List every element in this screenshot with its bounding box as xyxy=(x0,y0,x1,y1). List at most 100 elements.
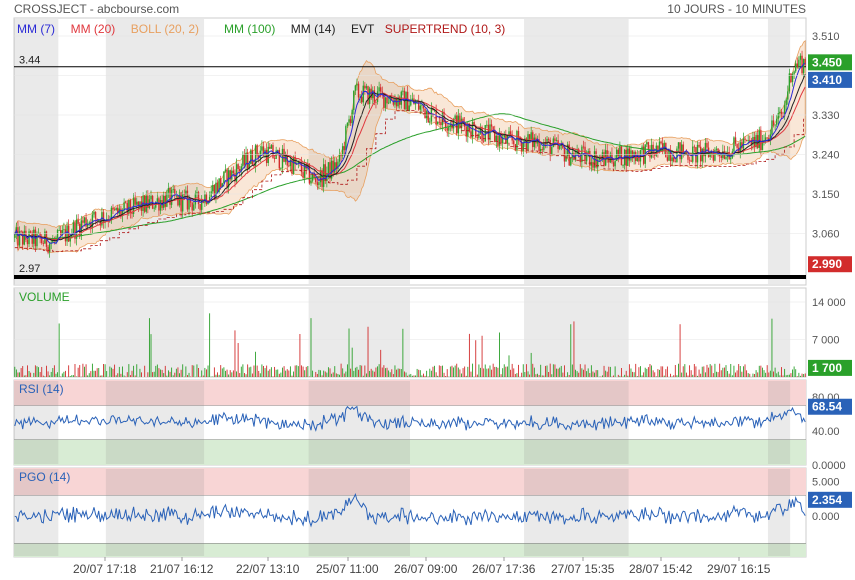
candle-body xyxy=(801,55,803,74)
candle-body xyxy=(164,195,166,207)
candle-body xyxy=(261,146,263,151)
candle-body xyxy=(749,140,751,141)
candle-body xyxy=(256,145,258,156)
candle-body xyxy=(486,124,488,126)
candle-body xyxy=(785,99,787,106)
candle-body xyxy=(590,162,593,166)
candle-body xyxy=(20,231,22,233)
candle-body xyxy=(124,202,127,204)
legend-entry: MM (100) xyxy=(224,22,275,36)
candle-body xyxy=(386,97,388,104)
candle-body xyxy=(113,209,116,211)
candle-body xyxy=(239,169,241,172)
candle-body xyxy=(666,157,669,161)
candle-body xyxy=(554,138,556,141)
candle-body xyxy=(787,91,789,100)
last-price-badge: 3.450 xyxy=(812,55,842,69)
candle-body xyxy=(745,139,748,141)
candle-body xyxy=(381,91,383,93)
candle-body xyxy=(411,98,414,100)
price-tick-label: 3.510 xyxy=(812,31,840,43)
price-tick-label: 3.330 xyxy=(812,110,840,122)
candle-body xyxy=(83,217,86,223)
candle-body xyxy=(772,120,775,126)
candle-body xyxy=(357,83,360,98)
candle-body xyxy=(513,140,515,145)
candle-body xyxy=(620,146,623,166)
candle-body xyxy=(42,243,45,244)
candle-body xyxy=(340,154,342,156)
candle-body xyxy=(650,144,653,158)
candle-body xyxy=(438,121,441,123)
price-tick-label: 3.240 xyxy=(812,150,840,162)
candle-body xyxy=(715,148,718,150)
candle-body xyxy=(365,86,368,89)
candle-body xyxy=(85,217,87,227)
candle-body xyxy=(156,198,159,202)
legend-entry: SUPERTREND (10, 3) xyxy=(385,22,505,36)
candle-body xyxy=(77,219,79,224)
session-band xyxy=(308,381,410,464)
candle-body xyxy=(94,211,97,219)
candle-body xyxy=(213,185,216,199)
candle-body xyxy=(558,146,561,149)
candle-body xyxy=(546,138,548,145)
candle-body xyxy=(318,182,320,185)
candle-body xyxy=(549,139,551,156)
candle-body xyxy=(446,128,448,131)
pgo-tick-label: 5.000 xyxy=(812,477,840,489)
candle-body xyxy=(337,161,339,170)
x-axis-label: 26/07 17:36 xyxy=(472,562,536,576)
candle-body xyxy=(223,171,225,184)
candle-body xyxy=(226,169,228,188)
candle-body xyxy=(167,188,170,193)
candle-body xyxy=(395,98,398,107)
candle-body xyxy=(237,164,239,170)
candle-body xyxy=(334,162,336,173)
candle-body xyxy=(424,108,426,119)
candle-body xyxy=(58,230,60,231)
candle-body xyxy=(514,144,517,150)
high-level-label: 3.44 xyxy=(19,55,40,67)
candle-body xyxy=(780,111,783,116)
candle-body xyxy=(425,111,428,119)
candle-body xyxy=(232,170,235,174)
low-level-label: 2.97 xyxy=(19,263,40,275)
pgo-tick-label: 0.000 xyxy=(812,511,840,523)
x-axis-label: 20/07 17:18 xyxy=(73,562,137,576)
candle-body xyxy=(269,146,271,149)
candle-body xyxy=(41,238,43,244)
candle-body xyxy=(495,135,498,142)
candle-body xyxy=(788,73,791,92)
candle-body xyxy=(647,142,650,150)
candle-body xyxy=(251,150,254,165)
candle-body xyxy=(406,91,409,111)
candle-body xyxy=(736,143,738,148)
candle-body xyxy=(204,194,206,203)
candle-body xyxy=(454,115,456,120)
candle-body xyxy=(166,192,168,207)
x-axis-label: 26/07 09:00 xyxy=(394,562,458,576)
rsi-last-badge: 68.54 xyxy=(812,400,842,414)
candle-body xyxy=(246,152,249,169)
legend-entry: EVT xyxy=(351,22,375,36)
candle-body xyxy=(612,162,615,167)
candle-body xyxy=(688,159,691,161)
candle-body xyxy=(476,137,479,139)
candle-body xyxy=(592,162,594,168)
candle-body xyxy=(327,162,330,174)
candle-body xyxy=(63,229,65,231)
candle-body xyxy=(288,165,290,167)
candle-body xyxy=(348,119,350,123)
candle-body xyxy=(490,124,493,127)
candle-body xyxy=(175,195,178,197)
candle-body xyxy=(585,156,588,162)
candle-body xyxy=(547,138,550,140)
candle-body xyxy=(798,59,800,67)
candle-body xyxy=(310,180,312,184)
candle-body xyxy=(193,204,195,211)
candle-body xyxy=(354,85,357,91)
rsi-tick-label: 40.00 xyxy=(812,426,840,438)
candle-body xyxy=(224,169,227,172)
candle-body xyxy=(582,146,585,148)
